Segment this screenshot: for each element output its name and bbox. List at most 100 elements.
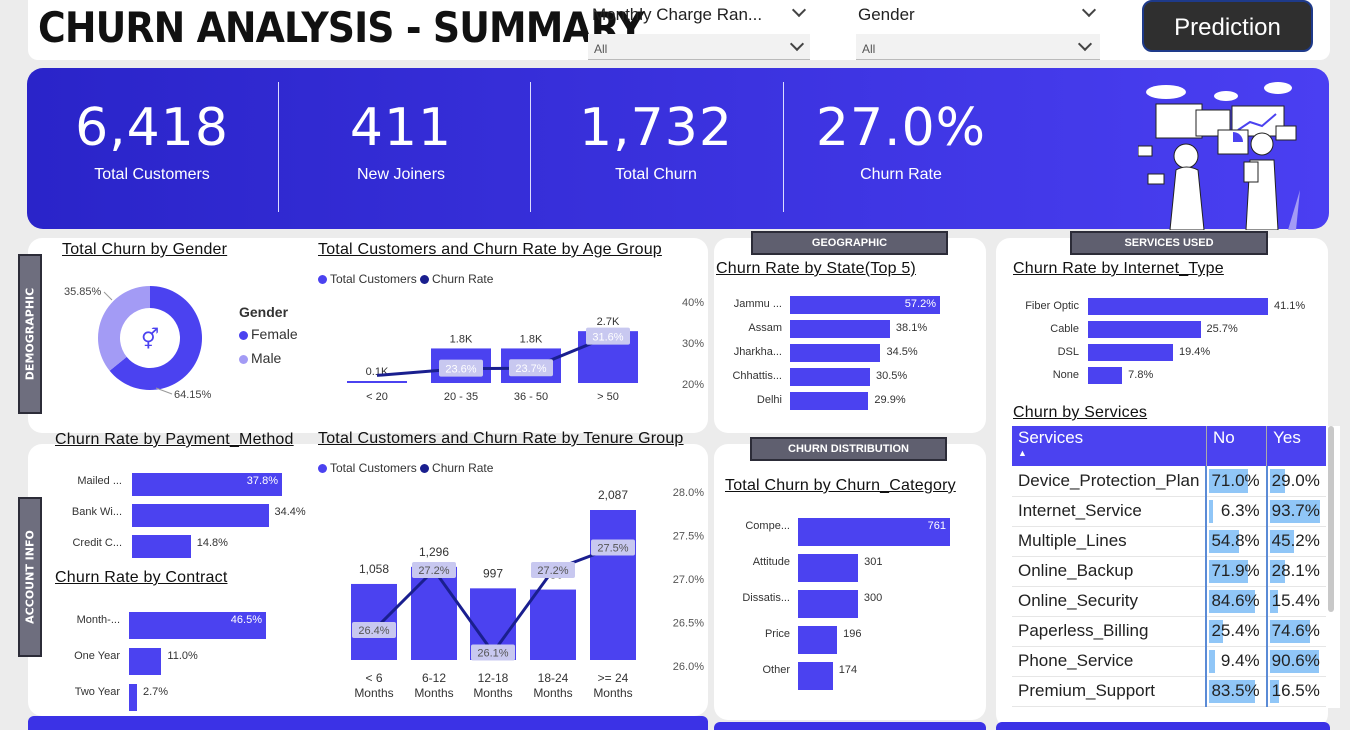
kpi-total-churn-value: 1,732	[579, 98, 733, 158]
bar-value-label: 46.5%	[230, 614, 262, 626]
yes-pct-cell: 90.6%	[1267, 646, 1326, 676]
column-header-services[interactable]: Services ▲	[1012, 426, 1207, 466]
customers-dot-icon	[318, 464, 327, 474]
bar-value-label: 7.8%	[1128, 369, 1154, 381]
bar	[790, 392, 869, 410]
bar-category-label: Bank Wi...	[71, 506, 122, 518]
no-pct-cell: 54.8%	[1206, 526, 1268, 556]
no-pct-cell: 25.4%	[1206, 616, 1268, 646]
bar-category-label: Other	[762, 664, 790, 676]
yes-pct-cell: 74.6%	[1267, 616, 1326, 646]
yes-pct-cell: 28.1%	[1267, 556, 1326, 586]
legend-female: Female	[239, 326, 298, 342]
filter-monthly-charge-select[interactable]: All	[588, 34, 810, 60]
age-bar-label: 2.7K	[597, 316, 620, 328]
prediction-button[interactable]: Prediction	[1142, 0, 1313, 52]
bar-category-label: Fiber Optic	[1025, 300, 1079, 312]
rate-dot-icon	[420, 464, 430, 474]
gender-chart-title: Total Churn by Gender	[62, 241, 228, 258]
bar	[790, 344, 881, 362]
tenure-category-label: 6-12	[422, 671, 446, 685]
tenure-category-label: 18-24	[538, 671, 569, 685]
tenure-category-label: >= 24	[598, 671, 629, 685]
bar	[798, 554, 859, 582]
column-header-no[interactable]: No	[1206, 426, 1268, 466]
tenure-bar-label: 1,058	[359, 562, 389, 576]
footer-strip	[996, 722, 1330, 730]
bar-category-label: Credit C...	[72, 537, 122, 549]
bar-category-label: Jammu ...	[733, 298, 782, 310]
kpi-divider	[278, 82, 279, 212]
table-row[interactable]: Internet_Service 6.3% 93.7%	[1012, 496, 1326, 526]
leader-line	[103, 291, 113, 301]
column-header-yes[interactable]: Yes	[1267, 426, 1326, 466]
bar-category-label: Price	[764, 628, 790, 640]
tenure-rate-label: 27.2%	[537, 565, 568, 577]
service-name-cell: Online_Backup	[1012, 556, 1208, 586]
section-demographic-tab: DEMOGRAPHIC	[18, 254, 42, 414]
female-dot-icon	[239, 330, 248, 340]
table-row[interactable]: Phone_Service 9.4% 90.6%	[1012, 646, 1326, 676]
category-chart-title: Total Churn by Churn_Category	[725, 477, 956, 494]
tenure-rate-label: 27.5%	[597, 543, 628, 555]
service-name-cell: Paperless_Billing	[1012, 616, 1208, 646]
footer-strip	[714, 722, 986, 730]
age-y2-tick: 40%	[682, 297, 704, 309]
male-pct-label: 35.85%	[64, 286, 102, 298]
bar	[1088, 367, 1123, 384]
age-y2-tick: 30%	[682, 338, 704, 350]
services-table: Services ▲ No Yes Device_Protection_Plan 7…	[1012, 426, 1326, 707]
no-pct-cell: 84.6%	[1206, 586, 1268, 616]
kpi-churn-rate-value: 27.0%	[815, 98, 987, 158]
gender-donut-chart: ⚥ 35.85% 64.15%	[64, 286, 212, 401]
bar-category-label: Cable	[1050, 323, 1079, 335]
bar-value-label: 174	[838, 664, 858, 676]
tenure-chart-legend: Total Customers Churn Rate	[318, 461, 493, 475]
tenure-category-label: < 6	[365, 671, 382, 685]
bar	[132, 535, 191, 558]
no-pct-cell: 71.0%	[1206, 466, 1268, 496]
age-chart-title: Total Customers and Churn Rate by Age Gr…	[318, 241, 662, 258]
table-row[interactable]: Device_Protection_Plan 71.0% 29.0%	[1012, 466, 1326, 496]
no-pct-cell: 71.9%	[1206, 556, 1268, 586]
age-chart-legend: Total Customers Churn Rate	[318, 272, 493, 286]
legend-male: Male	[239, 350, 298, 366]
gender-legend: Gender Female Male	[239, 304, 298, 366]
bar-category-label: Mailed ...	[77, 475, 122, 487]
kpi-new-joiners-label: New Joiners	[356, 166, 446, 183]
table-row[interactable]: Online_Security 84.6% 15.4%	[1012, 586, 1326, 616]
table-scrollbar[interactable]	[1328, 426, 1334, 612]
tenure-category-label: Months	[354, 686, 393, 700]
filter-monthly-charge-label: Monthly Charge Ran...	[592, 5, 763, 24]
kpi-churn-rate-label: Churn Rate	[860, 166, 942, 183]
age-bar	[347, 381, 407, 383]
filter-gender-select[interactable]: All	[856, 34, 1100, 60]
tenure-category-label: Months	[533, 686, 572, 700]
male-female-icon: ⚥	[141, 327, 159, 351]
section-churn-distribution-tab: CHURN DISTRIBUTION	[750, 437, 947, 461]
people-analytics-illustration	[1138, 82, 1300, 230]
age-category-label: 36 - 50	[514, 391, 548, 403]
table-row[interactable]: Multiple_Lines 54.8% 45.2%	[1012, 526, 1326, 556]
filter-gender-label: Gender	[858, 5, 915, 24]
table-row[interactable]: Paperless_Billing 25.4% 74.6%	[1012, 616, 1326, 646]
table-header-row: Services ▲ No Yes	[1012, 426, 1326, 466]
age-rate-line	[376, 335, 609, 377]
bar-value-label: 196	[843, 628, 862, 640]
no-pct-cell: 6.3%	[1206, 496, 1268, 526]
table-row[interactable]: Online_Backup 71.9% 28.1%	[1012, 556, 1326, 586]
tenure-y2-tick: 28.0%	[673, 487, 704, 499]
page-title: CHURN ANALYSIS - SUMMARY	[38, 3, 644, 52]
tenure-bar-label: 1,296	[419, 545, 449, 559]
kpi-total-customers-label: Total Customers	[94, 166, 210, 183]
tenure-combo-chart: 1,058< 6Months1,2966-12Months99712-18Mon…	[351, 487, 704, 700]
bar-value-label: 34.5%	[886, 346, 918, 358]
age-category-label: > 50	[597, 391, 619, 403]
table-row[interactable]: Premium_Support 83.5% 16.5%	[1012, 676, 1326, 706]
female-pct-label: 64.15%	[174, 389, 212, 401]
services-table-container[interactable]: Services ▲ No Yes Device_Protection_Plan 7…	[1012, 426, 1340, 708]
internet-bar-chart: Fiber Optic 41.1% Cable 25.7% DSL 19.4% None 7.…	[1004, 298, 1324, 390]
bar-value-label: 19.4%	[1178, 346, 1211, 358]
bar-value-label: 761	[927, 520, 946, 532]
state-chart-title: Churn Rate by State(Top 5)	[716, 260, 916, 277]
